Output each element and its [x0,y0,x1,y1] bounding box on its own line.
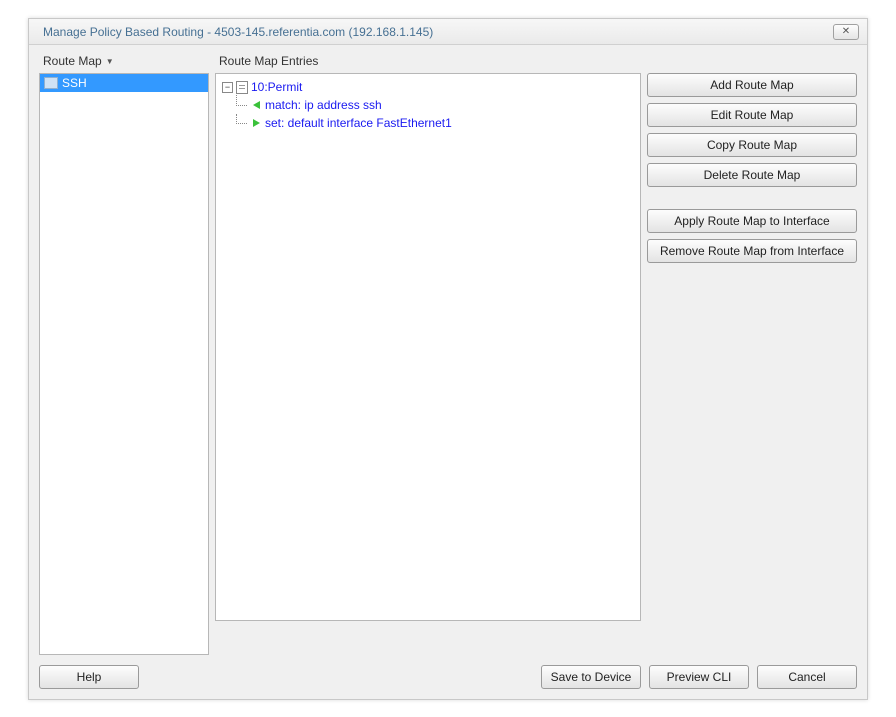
button-spacer [647,193,857,203]
main-row: Route Map ▼ SSH Route Map Entries − [39,51,857,655]
tree-root-label: 10:Permit [251,80,302,94]
route-map-item-label: SSH [62,76,87,90]
title-bar: Manage Policy Based Routing - 4503-145.r… [29,19,867,45]
cancel-button[interactable]: Cancel [757,665,857,689]
route-map-list[interactable]: SSH [39,73,209,655]
middle-panel: Route Map Entries − 10:Permit match: ip … [215,51,641,655]
preview-cli-button[interactable]: Preview CLI [649,665,749,689]
left-panel: Route Map ▼ SSH [39,51,209,655]
apply-route-map-button[interactable]: Apply Route Map to Interface [647,209,857,233]
tree-root-node[interactable]: − 10:Permit [222,78,634,96]
help-button[interactable]: Help [39,665,139,689]
route-map-list-item[interactable]: SSH [40,74,208,92]
save-to-device-button[interactable]: Save to Device [541,665,641,689]
route-map-dropdown[interactable]: Route Map ▼ [39,51,209,71]
tree-set-label: set: default interface FastEthernet1 [265,116,452,130]
close-icon[interactable]: ✕ [833,24,859,40]
route-map-entries-tree[interactable]: − 10:Permit match: ip address ssh set: d… [215,73,641,621]
tree-match-node[interactable]: match: ip address ssh [250,96,634,114]
delete-route-map-button[interactable]: Delete Route Map [647,163,857,187]
route-map-label: Route Map [43,54,102,68]
right-button-panel: Add Route Map Edit Route Map Copy Route … [647,51,857,655]
tree-match-label: match: ip address ssh [265,98,382,112]
remove-route-map-button[interactable]: Remove Route Map from Interface [647,239,857,263]
copy-route-map-button[interactable]: Copy Route Map [647,133,857,157]
chevron-down-icon: ▼ [106,57,114,66]
arrow-left-icon [250,99,262,111]
window-title: Manage Policy Based Routing - 4503-145.r… [43,25,833,39]
add-route-map-button[interactable]: Add Route Map [647,73,857,97]
route-map-icon [44,77,58,89]
bottom-bar: Help Save to Device Preview CLI Cancel [39,665,857,689]
arrow-right-icon [250,117,262,129]
entries-header: Route Map Entries [215,51,641,71]
edit-route-map-button[interactable]: Edit Route Map [647,103,857,127]
tree-set-node[interactable]: set: default interface FastEthernet1 [250,114,634,132]
collapse-icon[interactable]: − [222,82,233,93]
dialog-window: Manage Policy Based Routing - 4503-145.r… [28,18,868,700]
content-area: Route Map ▼ SSH Route Map Entries − [29,45,867,699]
